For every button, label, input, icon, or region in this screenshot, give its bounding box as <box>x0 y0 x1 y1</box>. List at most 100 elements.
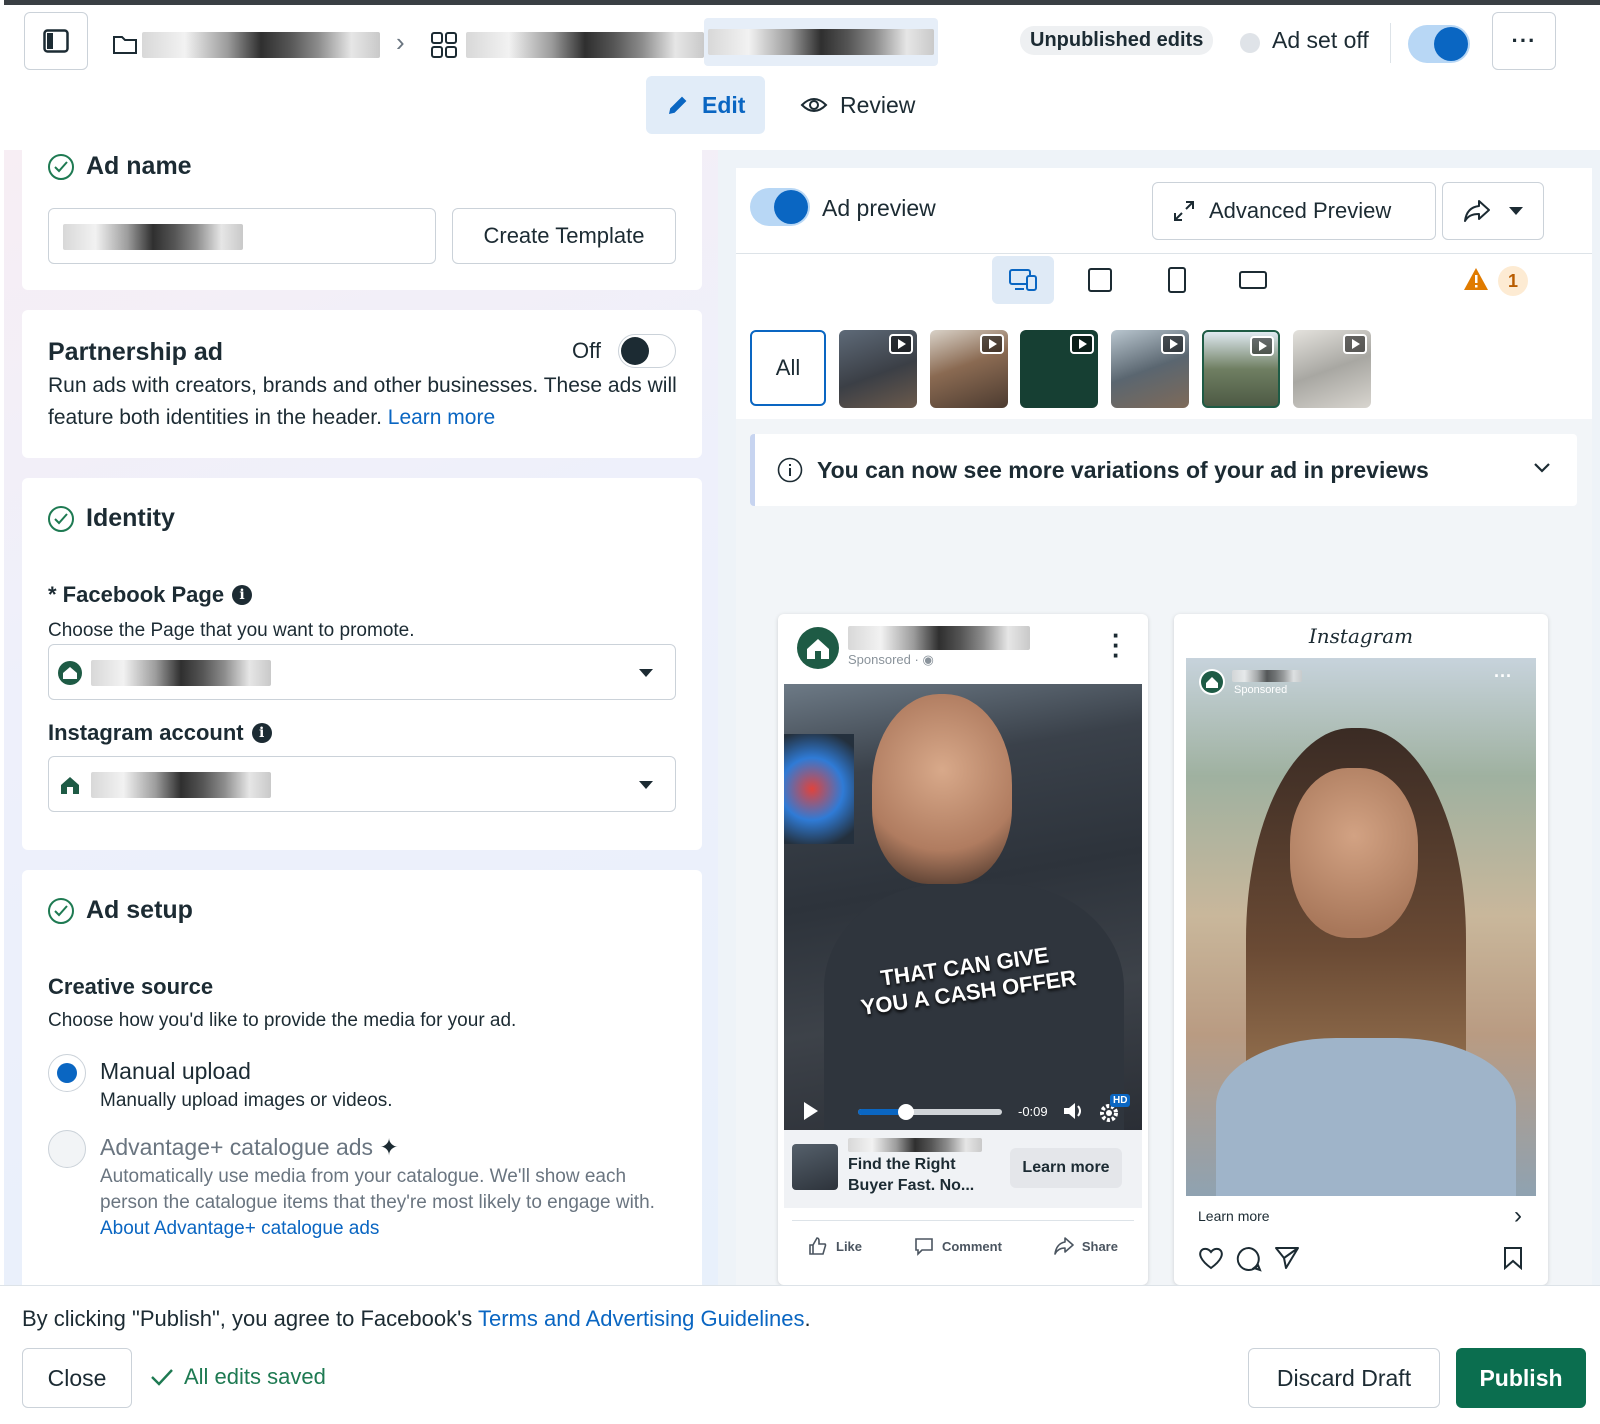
identity-heading: Identity <box>48 504 175 533</box>
partnership-toggle[interactable] <box>618 334 676 368</box>
ad-name-redacted <box>708 29 934 55</box>
facebook-page-select[interactable] <box>48 644 676 700</box>
sparkle-icon: ✦ <box>379 1134 399 1160</box>
advantage-catalogue-link[interactable]: About Advantage+ catalogue ads <box>100 1218 379 1239</box>
all-placements-button[interactable] <box>992 256 1054 304</box>
advantage-catalogue-title: Advantage+ catalogue ads ✦ <box>100 1134 399 1160</box>
chevron-right-icon: › <box>396 27 405 57</box>
more-icon: ··· <box>1511 28 1537 53</box>
close-button[interactable]: Close <box>22 1348 132 1408</box>
warning-count: 1 <box>1498 266 1528 296</box>
ad-name-title: Ad name <box>86 152 192 180</box>
video-frame[interactable]: THAT CAN GIVE YOU A CASH OFFER -0:09 HD <box>784 684 1142 1130</box>
facebook-page-value-redacted <box>91 660 271 686</box>
video-time: -0:09 <box>1018 1104 1048 1119</box>
instagram-feed-preview: Instagram Sponsored ··· Learn more › <box>1174 614 1548 1285</box>
warning-icon[interactable] <box>1462 266 1490 292</box>
ad-name-input[interactable] <box>48 208 436 264</box>
facebook-page-help: Choose the Page that you want to promote… <box>48 620 415 641</box>
volume-icon[interactable] <box>1062 1100 1086 1122</box>
tab-review[interactable]: Review <box>780 76 935 134</box>
advantage-catalogue-radio[interactable] <box>48 1130 86 1168</box>
adset-name-redacted[interactable] <box>466 32 704 58</box>
dropdown-caret-icon <box>639 781 653 789</box>
variation-thumbnail[interactable] <box>839 330 917 408</box>
share-preview-button[interactable] <box>1442 182 1544 240</box>
cta-headline: Find the Right Buyer Fast. No... <box>848 1156 975 1194</box>
cta-thumbnail <box>792 1144 838 1190</box>
all-variations-button[interactable]: All <box>750 330 826 406</box>
manual-upload-radio[interactable] <box>48 1054 86 1092</box>
video-progress-bar[interactable] <box>858 1104 1002 1120</box>
pencil-icon <box>669 96 687 114</box>
page-name-redacted <box>848 626 1030 650</box>
horizontal-rect-icon <box>1239 271 1267 289</box>
tab-edit[interactable]: Edit <box>646 76 766 134</box>
current-ad-crumb[interactable] <box>704 18 938 66</box>
woman-top <box>1216 1038 1516 1196</box>
chevron-down-icon <box>1509 207 1523 215</box>
horizontal-format-button[interactable] <box>1222 256 1284 304</box>
comment-bubble-icon[interactable] <box>1236 1246 1262 1272</box>
ig-media[interactable]: Sponsored ··· <box>1186 658 1536 1196</box>
publish-button[interactable]: Publish <box>1456 1348 1586 1408</box>
video-icon <box>1070 334 1094 354</box>
ad-name-heading: Ad name <box>48 152 192 181</box>
chevron-right-icon: › <box>1514 1202 1522 1229</box>
bookmark-icon[interactable] <box>1502 1246 1524 1270</box>
info-icon[interactable]: i <box>251 723 272 743</box>
ig-avatar-icon <box>1199 669 1225 695</box>
variation-thumbnail[interactable] <box>930 330 1008 408</box>
monitor-glow <box>784 734 854 844</box>
partnership-title: Partnership ad <box>48 338 224 366</box>
variation-thumbnail[interactable] <box>1020 330 1098 408</box>
terms-link[interactable]: Terms and Advertising Guidelines <box>478 1306 805 1331</box>
post-menu-icon[interactable]: · · · <box>1112 622 1121 668</box>
square-format-button[interactable] <box>1069 256 1131 304</box>
advanced-preview-button[interactable]: Advanced Preview <box>1152 182 1436 240</box>
adset-toggle[interactable] <box>1408 25 1470 63</box>
square-icon <box>1088 268 1112 292</box>
check-circle-icon <box>48 897 74 924</box>
like-button[interactable]: Like <box>808 1236 862 1256</box>
play-icon[interactable] <box>804 1102 818 1120</box>
video-progress-thumb[interactable] <box>898 1104 914 1120</box>
tab-review-label: Review <box>840 91 916 118</box>
instagram-account-value-redacted <box>91 772 271 798</box>
discard-draft-button[interactable]: Discard Draft <box>1248 1348 1440 1408</box>
campaign-name-redacted[interactable] <box>142 32 380 58</box>
create-template-label: Create Template <box>483 223 645 248</box>
vertical-rect-icon <box>1168 267 1186 293</box>
adset-status-text: Ad set off <box>1272 27 1369 53</box>
variation-thumbnail[interactable] <box>1293 330 1371 408</box>
info-icon[interactable]: i <box>232 585 253 605</box>
ad-name-card: Ad name Create Template <box>22 140 702 290</box>
manual-upload-title: Manual upload <box>100 1058 251 1084</box>
instagram-account-select[interactable] <box>48 756 676 812</box>
vertical-format-button[interactable] <box>1146 256 1208 304</box>
partnership-card: Partnership ad Off Run ads with creators… <box>22 310 702 458</box>
variations-notice[interactable]: You can now see more variations of your … <box>750 434 1577 506</box>
comment-button[interactable]: Comment <box>914 1236 1002 1256</box>
comment-icon <box>915 1238 933 1256</box>
share-button[interactable]: Share <box>1054 1236 1118 1256</box>
more-options-button[interactable]: ··· <box>1492 12 1556 70</box>
learn-more-link[interactable]: Learn more <box>388 406 495 429</box>
variation-thumbnail[interactable] <box>1111 330 1189 408</box>
saved-status: All edits saved <box>150 1364 326 1390</box>
ad-preview-toggle[interactable] <box>750 188 810 226</box>
cta-bar: Find the Right Buyer Fast. No... Learn m… <box>784 1130 1142 1208</box>
create-template-button[interactable]: Create Template <box>452 208 676 264</box>
dropdown-caret-icon <box>639 669 653 677</box>
chevron-down-icon[interactable] <box>1533 462 1551 474</box>
send-icon[interactable] <box>1274 1246 1300 1270</box>
ig-learn-more[interactable]: Learn more › <box>1186 1196 1536 1236</box>
cta-learn-more-button[interactable]: Learn more <box>1010 1148 1122 1188</box>
unpublished-badge: Unpublished edits <box>1020 26 1214 55</box>
sidebar-toggle-button[interactable] <box>24 12 88 70</box>
ig-menu-icon[interactable]: ··· <box>1494 666 1512 687</box>
heart-icon[interactable] <box>1198 1246 1224 1270</box>
variation-thumbnail[interactable] <box>1202 330 1280 408</box>
advanced-preview-label: Advanced Preview <box>1209 198 1392 223</box>
video-icon <box>889 334 913 354</box>
